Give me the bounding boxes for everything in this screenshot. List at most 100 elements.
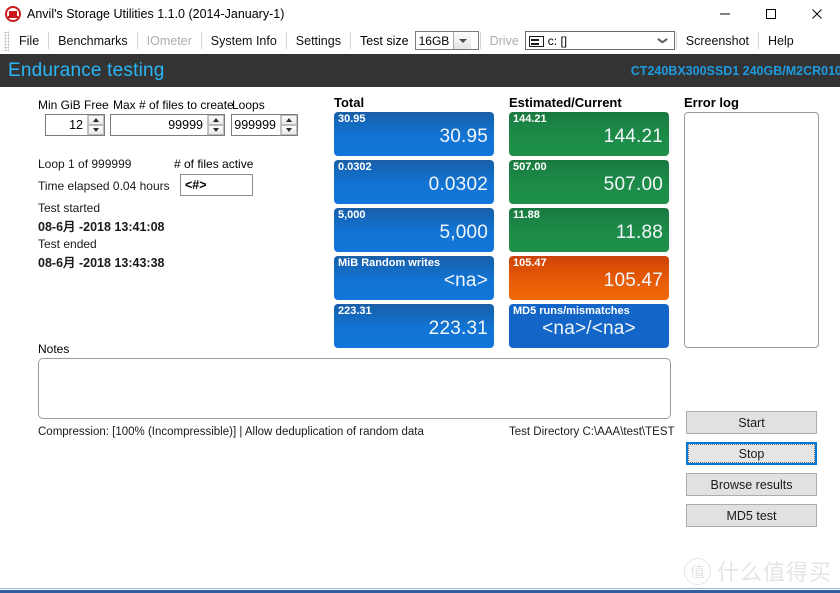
tile-value: 105.47	[603, 270, 663, 291]
arrow-up-icon	[93, 118, 99, 122]
min-gib-free-arrows[interactable]	[87, 115, 104, 135]
estimated-tile[interactable]: 507.00 507.00	[509, 160, 669, 204]
loops-input[interactable]	[232, 115, 280, 135]
menu-bar: File Benchmarks IOmeter System Info Sett…	[0, 27, 840, 54]
loops-stepper[interactable]	[231, 114, 298, 136]
close-button[interactable]	[794, 0, 840, 27]
menu-item-help[interactable]: Help	[760, 31, 802, 51]
min-gib-free-stepper[interactable]	[45, 114, 105, 136]
total-tile[interactable]: 30.95 30.95	[334, 112, 494, 156]
anvil-app-icon	[5, 5, 21, 22]
min-gib-free-input[interactable]	[46, 115, 87, 135]
files-active-field[interactable]: <#>	[180, 174, 253, 196]
menu-item-screenshot[interactable]: Screenshot	[678, 31, 757, 51]
tile-value: 30.95	[439, 126, 488, 147]
stop-button[interactable]: Stop	[686, 442, 817, 465]
menu-item-settings[interactable]: Settings	[288, 31, 349, 51]
errorlog-column-header: Error log	[684, 95, 739, 110]
menu-grip-handle[interactable]	[4, 30, 9, 51]
loops-down[interactable]	[281, 125, 297, 135]
loops-up[interactable]	[281, 115, 297, 125]
menu-separator	[758, 32, 760, 49]
tile-caption: 5,000	[338, 209, 366, 221]
loop-progress-text: Loop 1 of 999999	[38, 157, 132, 171]
time-elapsed-text: Time elapsed 0.04 hours	[38, 179, 170, 193]
drive-value: c: []	[547, 34, 568, 48]
max-files-up[interactable]	[208, 115, 224, 125]
test-size-dropdown-arrow[interactable]	[453, 32, 472, 49]
max-files-label: Max # of files to create	[113, 98, 234, 112]
test-ended-label: Test ended	[38, 237, 97, 251]
tile-caption: 30.95	[338, 113, 366, 125]
max-files-input[interactable]	[111, 115, 207, 135]
minimize-button[interactable]	[702, 0, 748, 27]
menu-separator	[479, 32, 481, 49]
title-bar: Anvil's Storage Utilities 1.1.0 (2014-Ja…	[0, 0, 840, 27]
max-files-down[interactable]	[208, 125, 224, 135]
test-size-label: Test size	[359, 33, 409, 48]
page-title: Endurance testing	[8, 59, 165, 81]
min-gib-free-up[interactable]	[88, 115, 104, 125]
tile-caption: 105.47	[513, 257, 547, 269]
test-size-value: 16GB	[418, 34, 450, 48]
stop-button-label: Stop	[688, 444, 815, 463]
tile-value: 507.00	[603, 174, 663, 195]
tile-value: <na>/<na>	[542, 318, 636, 339]
tile-caption: 0.0302	[338, 161, 372, 173]
drive-label: Drive	[489, 33, 519, 48]
arrow-down-icon	[93, 128, 99, 132]
menu-separator	[675, 32, 677, 49]
tile-value: 0.0302	[428, 174, 488, 195]
total-tile[interactable]: 223.31 223.31	[334, 304, 494, 348]
menu-separator	[200, 32, 202, 49]
min-gib-free-down[interactable]	[88, 125, 104, 135]
drive-dropdown-arrow[interactable]	[651, 32, 674, 49]
test-directory-status: Test Directory C:\AAA\test\TEST	[509, 426, 675, 438]
chevron-down-icon	[458, 38, 467, 43]
page-banner: Endurance testing CT240BX300SSD1 240GB/M…	[0, 54, 840, 87]
tile-caption: 507.00	[513, 161, 547, 173]
estimated-tile[interactable]: 144.21 144.21	[509, 112, 669, 156]
menu-separator	[349, 32, 351, 49]
total-tile[interactable]: 0.0302 0.0302	[334, 160, 494, 204]
menu-item-system-info[interactable]: System Info	[203, 31, 285, 51]
test-started-label: Test started	[38, 201, 101, 215]
total-tile[interactable]: MiB Random writes <na>	[334, 256, 494, 300]
test-ended-value: 08-6月 -2018 13:43:38	[38, 256, 165, 270]
total-tile[interactable]: 5,000 5,000	[334, 208, 494, 252]
tile-caption: 223.31	[338, 305, 372, 317]
tile-caption: 11.88	[513, 209, 540, 221]
loops-arrows[interactable]	[280, 115, 297, 135]
max-files-stepper[interactable]	[110, 114, 225, 136]
tile-caption: 144.21	[513, 113, 547, 125]
maximize-button[interactable]	[748, 0, 794, 27]
estimated-tile[interactable]: 11.88 11.88	[509, 208, 669, 252]
tile-caption: MiB Random writes	[338, 257, 441, 269]
menu-separator	[48, 32, 50, 49]
estimated-tile[interactable]: MD5 runs/mismatches <na>/<na>	[509, 304, 669, 348]
browse-results-button[interactable]: Browse results	[686, 473, 817, 496]
error-log-textarea[interactable]	[684, 112, 819, 348]
compression-status: Compression: [100% (Incompressible)] | A…	[38, 426, 424, 438]
watermark-logo-icon: 值	[683, 557, 711, 585]
arrow-up-icon	[213, 118, 219, 122]
site-watermark: 值 什么值得买	[683, 555, 832, 587]
tile-value: 5,000	[439, 222, 488, 243]
tile-value: 11.88	[615, 222, 663, 243]
notes-textarea[interactable]	[38, 358, 671, 419]
estimated-column-header: Estimated/Current	[509, 95, 622, 110]
test-size-combo[interactable]: 16GB	[414, 31, 479, 50]
arrow-down-icon	[213, 128, 219, 132]
total-column-header: Total	[334, 95, 365, 110]
menu-item-benchmarks[interactable]: Benchmarks	[50, 31, 135, 51]
menu-item-file[interactable]: File	[11, 31, 47, 51]
drive-combo[interactable]: c: []	[524, 31, 675, 50]
arrow-down-icon	[286, 128, 292, 132]
estimated-tile[interactable]: 105.47 105.47	[509, 256, 669, 300]
md5-test-button[interactable]: MD5 test	[686, 504, 817, 527]
notes-label: Notes	[38, 342, 70, 356]
max-files-arrows[interactable]	[207, 115, 224, 135]
watermark-text: 什么值得买	[716, 561, 832, 586]
start-button[interactable]: Start	[686, 411, 817, 434]
tile-value: 144.21	[603, 126, 663, 147]
